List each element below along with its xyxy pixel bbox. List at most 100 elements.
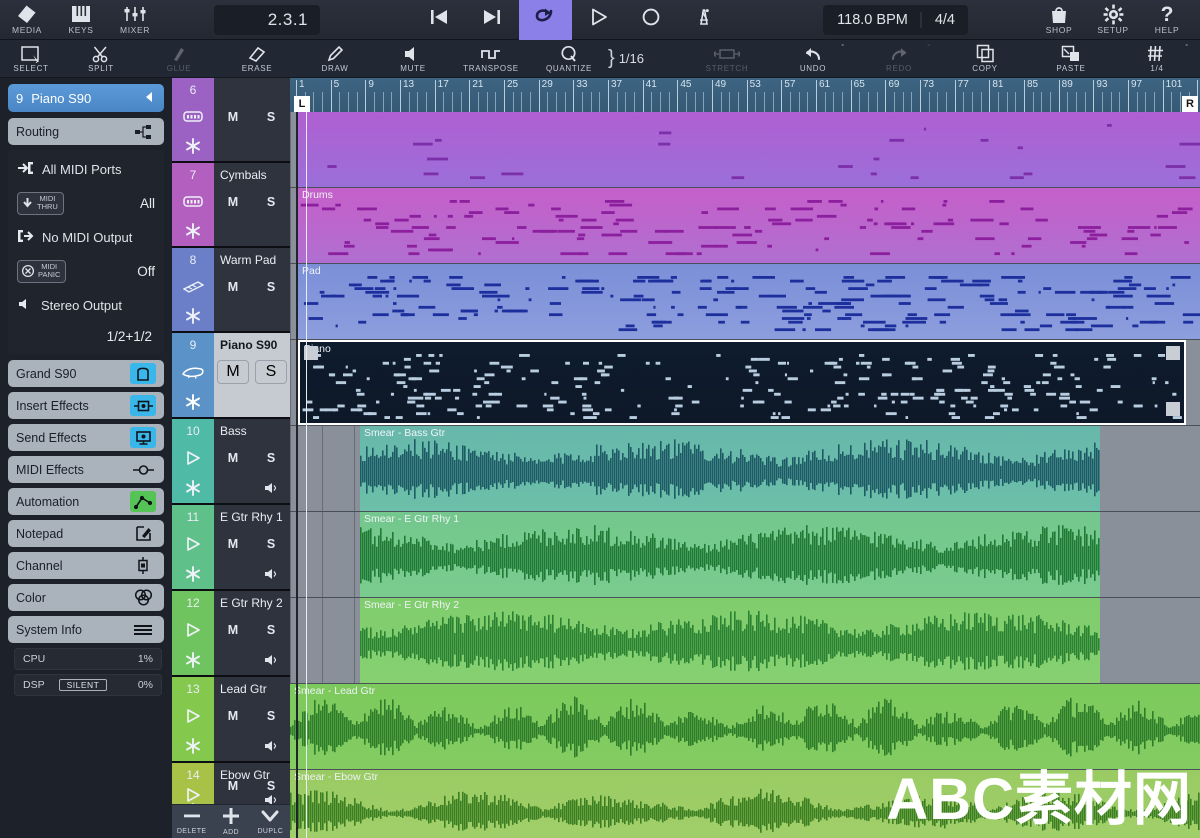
track-solo-button[interactable]: S: [252, 779, 290, 793]
position-display[interactable]: 2.3.1: [214, 4, 320, 35]
snowflake-icon[interactable]: [185, 473, 201, 503]
time-signature-value[interactable]: 4/4: [919, 11, 968, 28]
midi-input-row[interactable]: All MIDI Ports: [8, 152, 164, 186]
audio-play-icon[interactable]: [185, 443, 201, 473]
clip-piano[interactable]: Piano: [298, 340, 1186, 425]
track-mute-button[interactable]: M: [214, 779, 252, 793]
snowflake-icon[interactable]: [185, 387, 201, 417]
track-name[interactable]: Piano S90: [214, 333, 290, 357]
track-lanes[interactable]: Drums Pad Piano Smear - Bass Gtr Smear - E G…: [290, 112, 1200, 838]
lane-track-8[interactable]: Pad: [290, 264, 1200, 340]
tempo-value[interactable]: 118.0 BPM: [823, 12, 920, 28]
lane-track-7[interactable]: Drums: [290, 188, 1200, 264]
track-color-strip[interactable]: 7: [172, 163, 214, 246]
channel-strip-icon[interactable]: [130, 555, 156, 576]
arrange-area[interactable]: 1 5 9 13 17 21 25 29 33 37 41 45 49 53 57 61 65 69 73 77 81 8…: [290, 78, 1200, 838]
track-mute-button[interactable]: M: [214, 195, 252, 209]
rewind-to-start-button[interactable]: [413, 0, 466, 40]
midi-thru-row[interactable]: MIDI THRU All: [8, 186, 164, 220]
send-fx-icon[interactable]: [130, 427, 156, 448]
tool-draw-button[interactable]: DRAW: [296, 40, 374, 78]
track-color-strip[interactable]: 11: [172, 505, 214, 589]
collapse-arrow-icon[interactable]: [142, 90, 156, 107]
clip-pad[interactable]: Pad: [298, 264, 1200, 339]
lane-track-6[interactable]: [290, 112, 1200, 188]
track-color-strip[interactable]: 6: [172, 78, 214, 161]
hamburger-lines-icon[interactable]: [130, 619, 156, 640]
track-header-13[interactable]: 13 Lead Gtr M S: [172, 677, 290, 763]
inspector-track-header[interactable]: 9 Piano S90: [8, 84, 164, 112]
audio-play-icon[interactable]: [185, 701, 201, 731]
track-mute-button[interactable]: M: [214, 451, 252, 465]
automation-nodes-icon[interactable]: [130, 491, 156, 512]
toolbar-media-button[interactable]: MEDIA: [0, 0, 54, 40]
metronome-button[interactable]: [678, 0, 731, 40]
inspector-row-midi-effects[interactable]: MIDI Effects: [8, 456, 164, 483]
tool-1-4-button[interactable]: 1/4 °: [1114, 40, 1200, 78]
tempo-signature-display[interactable]: 118.0 BPM 4/4: [823, 4, 968, 35]
snowflake-icon[interactable]: [185, 302, 201, 332]
track-solo-button[interactable]: S: [252, 709, 290, 723]
insert-fx-icon[interactable]: [130, 395, 156, 416]
track-name[interactable]: E Gtr Rhy 2: [214, 591, 290, 615]
audio-play-icon[interactable]: [185, 615, 201, 645]
track-header-12[interactable]: 12 E Gtr Rhy 2 M S: [172, 591, 290, 677]
track-solo-button[interactable]: S: [252, 537, 290, 551]
track-solo-button[interactable]: S: [252, 195, 290, 209]
track-duplc-button[interactable]: DUPLC: [251, 805, 290, 838]
tool-redo-button[interactable]: REDO °: [856, 40, 942, 78]
midi-thru-button[interactable]: MIDI THRU: [17, 191, 64, 215]
track-color-strip[interactable]: 9: [172, 333, 214, 417]
snowflake-icon[interactable]: [185, 217, 201, 247]
right-locator-marker[interactable]: R: [1182, 96, 1198, 112]
record-button[interactable]: [625, 0, 678, 40]
inspector-row-insert-effects[interactable]: Insert Effects: [8, 392, 164, 419]
lane-track-12[interactable]: Smear - E Gtr Rhy 2: [290, 598, 1200, 684]
audio-play-icon[interactable]: [185, 529, 201, 559]
tool-split-button[interactable]: SPLIT: [62, 40, 140, 78]
track-monitor-button[interactable]: [252, 567, 290, 581]
track-mute-button[interactable]: M: [217, 360, 249, 384]
track-monitor-button[interactable]: [252, 739, 290, 753]
midi-fx-icon[interactable]: [130, 459, 156, 480]
toolbar-keys-button[interactable]: KEYS: [54, 0, 108, 40]
lane-track-9[interactable]: Piano: [290, 340, 1200, 426]
track-color-strip[interactable]: 12: [172, 591, 214, 675]
snowflake-icon[interactable]: [185, 132, 201, 162]
lane-track-11[interactable]: Smear - E Gtr Rhy 1: [290, 512, 1200, 598]
snowflake-icon[interactable]: [185, 559, 201, 589]
track-header-10[interactable]: 10 Bass M S: [172, 419, 290, 505]
track-color-strip[interactable]: 8: [172, 248, 214, 331]
notepad-pencil-icon[interactable]: [130, 523, 156, 544]
tool-quantize-button[interactable]: QUANTIZE: [530, 40, 608, 78]
audio-output-row[interactable]: Stereo Output: [8, 288, 164, 322]
midi-panic-button[interactable]: MIDI PANIC: [17, 259, 67, 283]
toolbar-shop-button[interactable]: SHOP: [1032, 0, 1086, 40]
track-name[interactable]: Lead Gtr: [214, 677, 290, 701]
track-header-14[interactable]: 14 Ebow Gtr M S: [172, 763, 290, 819]
track-add-button[interactable]: ADD: [211, 805, 250, 838]
synth-keys-icon[interactable]: [182, 272, 204, 302]
snowflake-icon[interactable]: [185, 645, 201, 675]
inspector-row-channel[interactable]: Channel: [8, 552, 164, 579]
play-button[interactable]: [572, 0, 625, 40]
track-mute-button[interactable]: M: [214, 110, 252, 124]
track-monitor-button[interactable]: [252, 653, 290, 667]
tool-paste-button[interactable]: PASTE: [1028, 40, 1114, 78]
midi-panic-row[interactable]: MIDI PANIC Off: [8, 254, 164, 288]
inspector-row-send-effects[interactable]: Send Effects: [8, 424, 164, 451]
tool-transpose-button[interactable]: TRANSPOSE: [452, 40, 530, 78]
color-circles-icon[interactable]: [130, 587, 156, 608]
clip-smear-bass-gtr[interactable]: Smear - Bass Gtr: [360, 426, 1100, 511]
timeline-ruler[interactable]: 1 5 9 13 17 21 25 29 33 37 41 45 49 53 57 61 65 69 73 77 81 8…: [290, 78, 1200, 112]
track-header-7[interactable]: 7 Cymbals M S: [172, 163, 290, 248]
clip-resize-handle[interactable]: [1166, 346, 1180, 360]
grand-piano-icon[interactable]: [182, 357, 204, 387]
playhead[interactable]: [306, 112, 307, 838]
forward-to-end-button[interactable]: [466, 0, 519, 40]
track-mute-button[interactable]: M: [214, 280, 252, 294]
tool-glue-button[interactable]: GLUE: [140, 40, 218, 78]
left-locator-marker[interactable]: L: [294, 96, 310, 112]
toolbar-help-button[interactable]: ? HELP: [1140, 0, 1194, 40]
inspector-row-grand-s90[interactable]: Grand S90: [8, 360, 164, 387]
